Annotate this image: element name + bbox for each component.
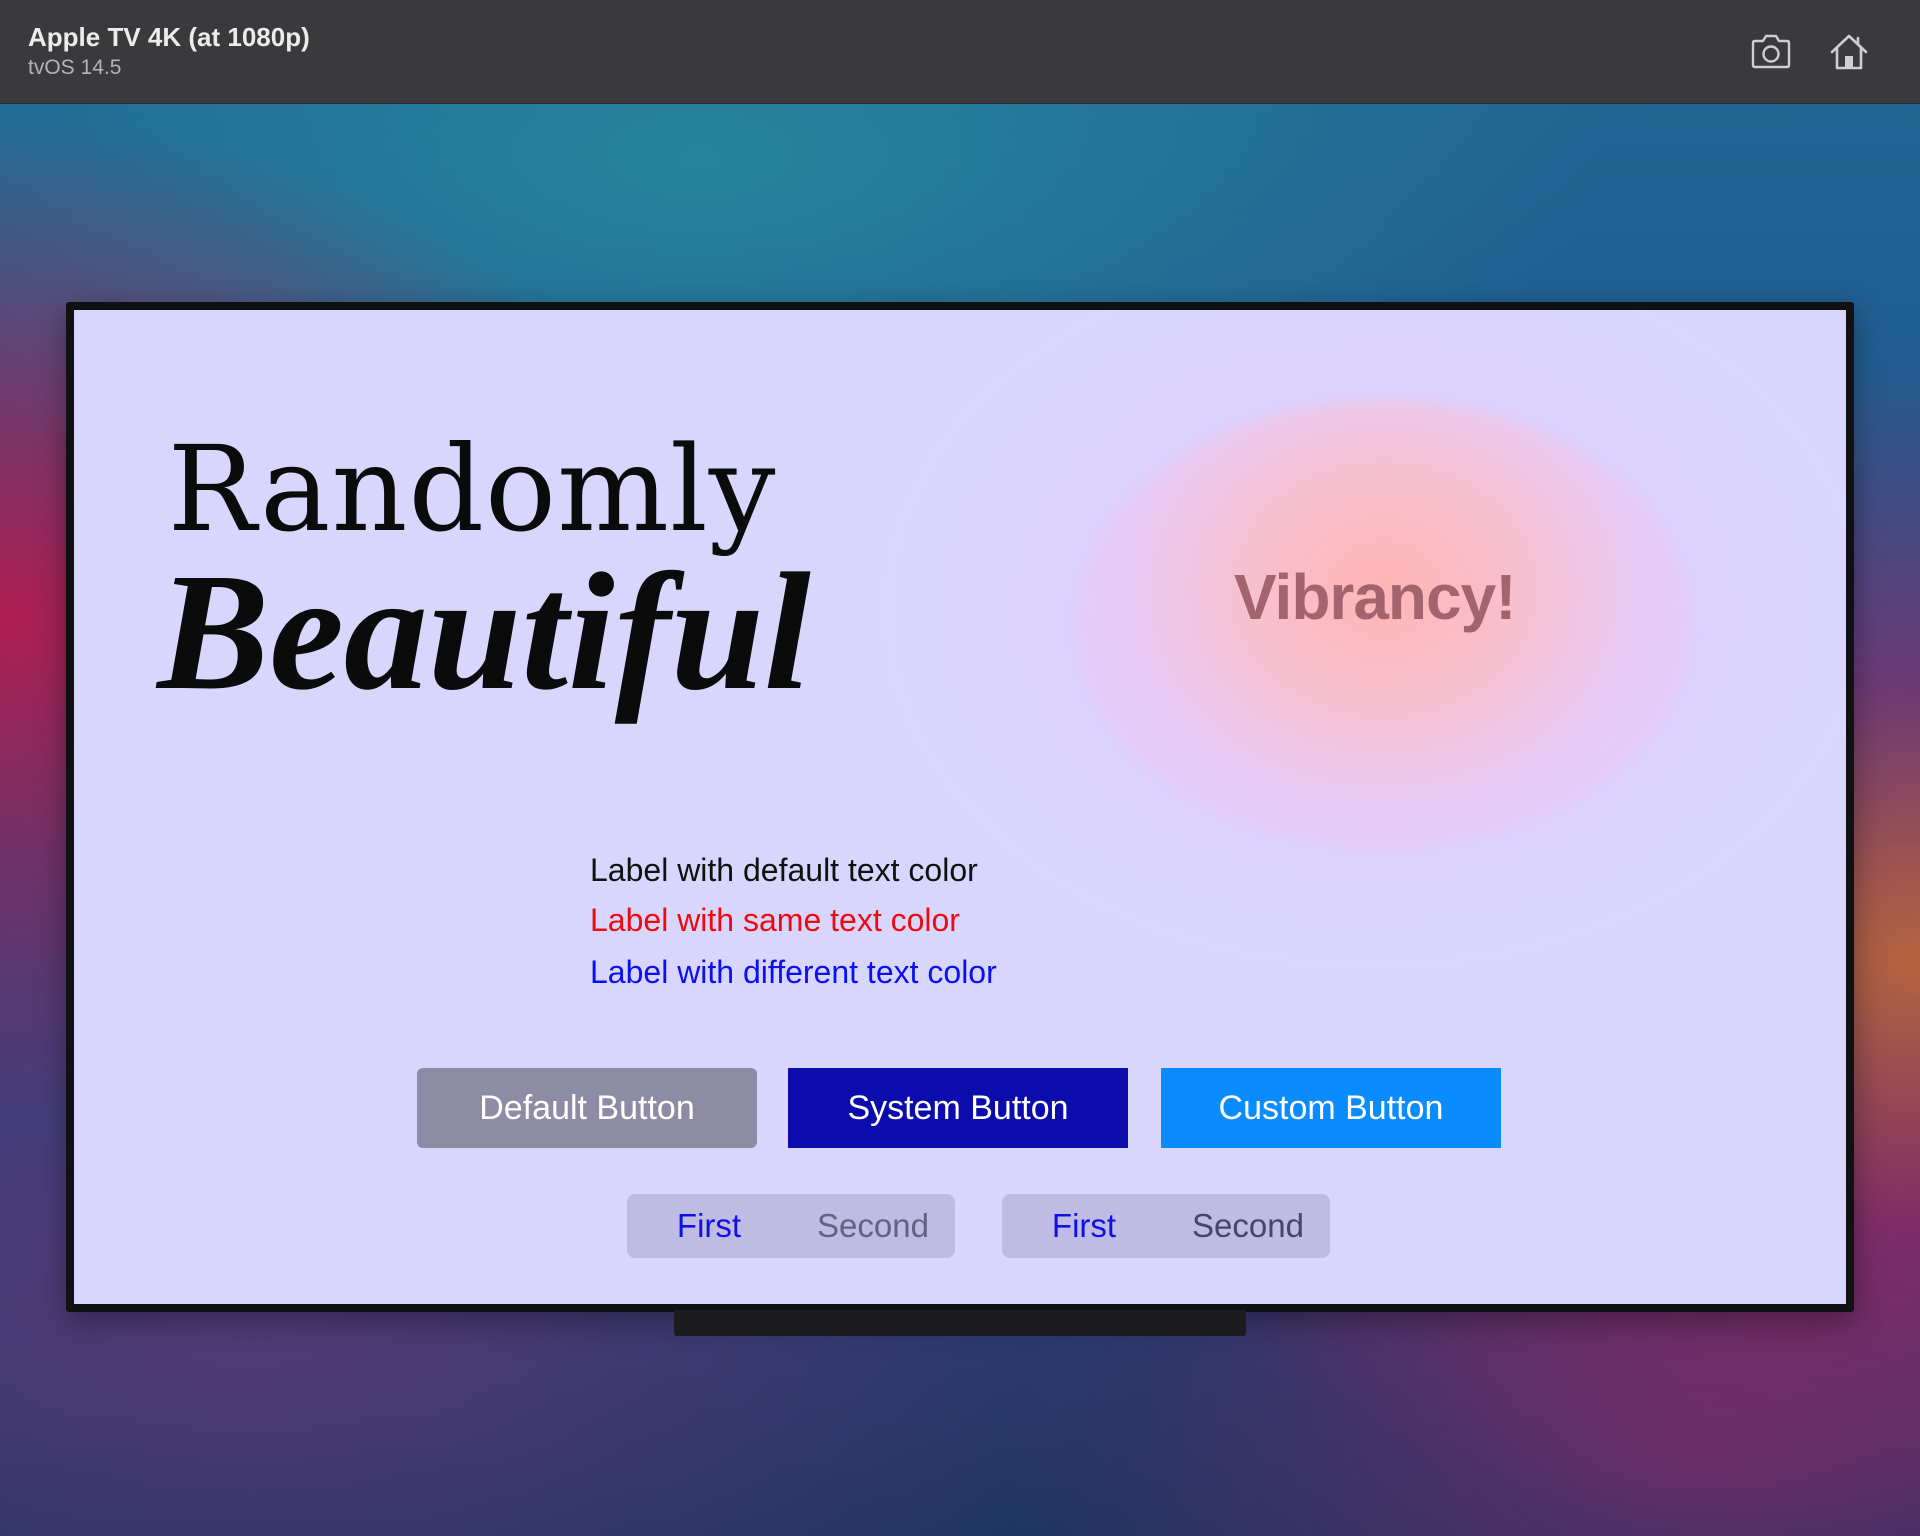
segmented-control-2: First Second bbox=[1002, 1194, 1330, 1258]
home-button[interactable] bbox=[1826, 30, 1872, 74]
hero-title-line1: Randomly bbox=[167, 420, 777, 558]
vibrancy-label: Vibrancy! bbox=[1234, 561, 1517, 633]
label-default-color: Label with default text color bbox=[590, 852, 978, 888]
screenshot-button[interactable] bbox=[1748, 30, 1794, 74]
os-version: tvOS 14.5 bbox=[28, 56, 122, 79]
tv-bezel: Randomly Beautiful Vibrancy! Label with … bbox=[66, 302, 1854, 1312]
label-different-color: Label with different text color bbox=[590, 954, 997, 990]
system-button[interactable]: System Button bbox=[788, 1068, 1128, 1148]
segment-first[interactable]: First bbox=[627, 1207, 791, 1245]
tv-stand bbox=[674, 1310, 1246, 1336]
segmented-control-1: First Second bbox=[627, 1194, 955, 1258]
simulator-title-bar: Apple TV 4K (at 1080p) tvOS 14.5 bbox=[0, 0, 1920, 104]
label-same-color: Label with same text color bbox=[590, 902, 960, 938]
device-title: Apple TV 4K (at 1080p) bbox=[28, 22, 310, 52]
screenshot-icon bbox=[1749, 32, 1793, 72]
segment-second[interactable]: Second bbox=[1166, 1207, 1330, 1245]
custom-button[interactable]: Custom Button bbox=[1161, 1068, 1501, 1148]
home-icon bbox=[1828, 32, 1870, 72]
default-button[interactable]: Default Button bbox=[417, 1068, 757, 1148]
hero-title-line2: Beautiful bbox=[157, 539, 811, 725]
segment-first[interactable]: First bbox=[1002, 1207, 1166, 1245]
tv-screen: Randomly Beautiful Vibrancy! Label with … bbox=[74, 310, 1846, 1304]
segment-second[interactable]: Second bbox=[791, 1207, 955, 1245]
